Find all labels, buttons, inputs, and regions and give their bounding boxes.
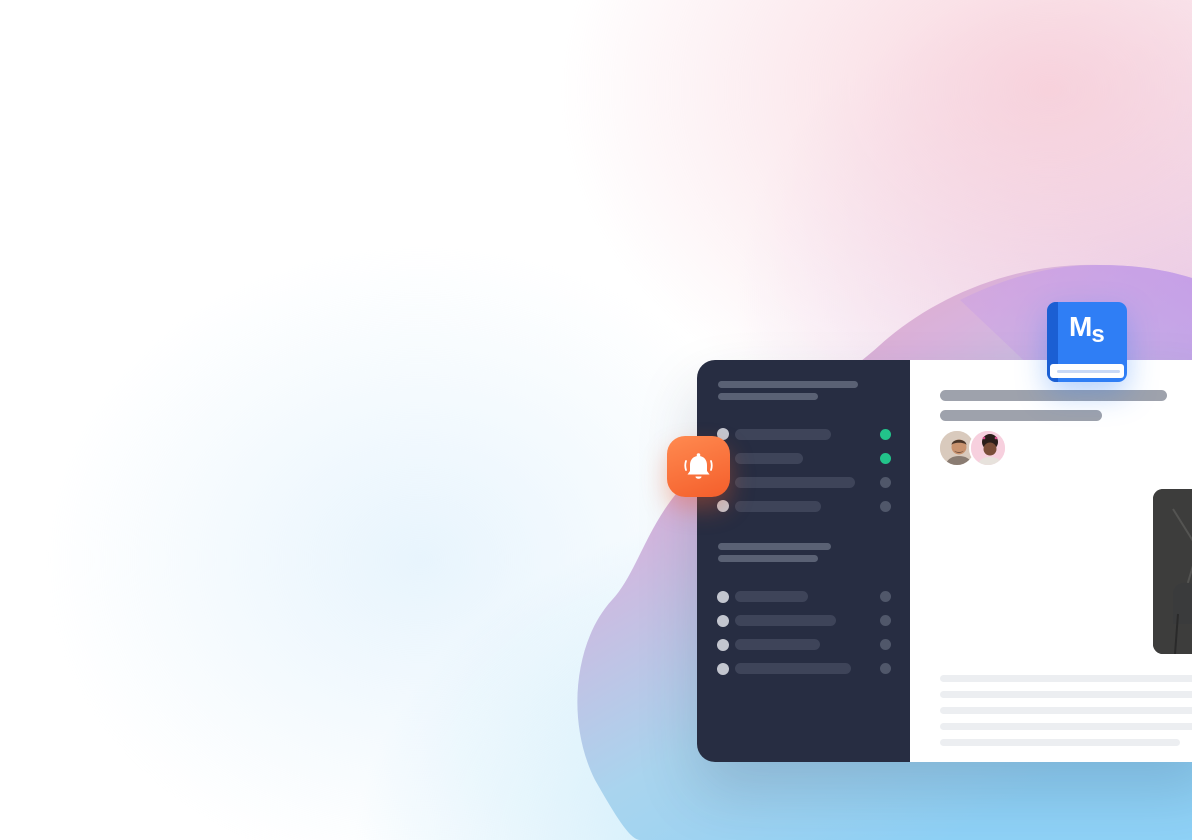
text-line [940, 707, 1192, 714]
app-window [697, 360, 1192, 762]
video-player[interactable] [1153, 489, 1192, 654]
status-offline-indicator [880, 663, 891, 674]
status-offline-indicator [880, 639, 891, 650]
sidebar-heading-line [718, 393, 818, 400]
status-offline-indicator [880, 591, 891, 602]
sidebar-item-label [735, 453, 803, 464]
status-offline-indicator [880, 501, 891, 512]
woman-avatar-icon [971, 431, 1005, 465]
sidebar-item-label [735, 477, 855, 488]
sidebar-item-icon [717, 591, 729, 603]
text-line [940, 675, 1192, 682]
sidebar-heading-line [718, 381, 858, 388]
bell-ringing-icon [684, 453, 713, 479]
status-offline-indicator [880, 477, 891, 488]
sidebar-item-label [735, 639, 820, 650]
text-line [940, 723, 1192, 730]
sidebar [697, 360, 910, 762]
video-thumbnail [1153, 489, 1192, 654]
sidebar-item-icon [717, 663, 729, 675]
sidebar-item-label [735, 591, 808, 602]
sidebar-heading-line [718, 543, 831, 550]
content-title-line [940, 390, 1167, 401]
sidebar-item-label [735, 663, 851, 674]
status-online-indicator [880, 429, 891, 440]
status-online-indicator [880, 453, 891, 464]
status-offline-indicator [880, 615, 891, 626]
sidebar-item-icon [717, 639, 729, 651]
sidebar-item-icon [717, 500, 729, 512]
sidebar-heading-line [718, 555, 818, 562]
logo-letter-s: s [1091, 321, 1104, 348]
text-line [940, 739, 1180, 746]
ms-book-logo: Ms [1047, 302, 1127, 382]
book-pages [1050, 364, 1124, 378]
logo-letter-m: M [1069, 311, 1092, 342]
notification-button[interactable] [667, 436, 730, 497]
sidebar-item-icon [717, 615, 729, 627]
ms-book-icon: Ms [1069, 311, 1105, 348]
sidebar-item-label [735, 501, 821, 512]
content-panel [910, 360, 1192, 762]
text-line [940, 691, 1192, 698]
sidebar-item-label [735, 615, 836, 626]
avatar-woman[interactable] [969, 429, 1007, 467]
content-title-line [940, 410, 1102, 421]
sidebar-item-label [735, 429, 831, 440]
book-pages-line [1057, 370, 1120, 373]
